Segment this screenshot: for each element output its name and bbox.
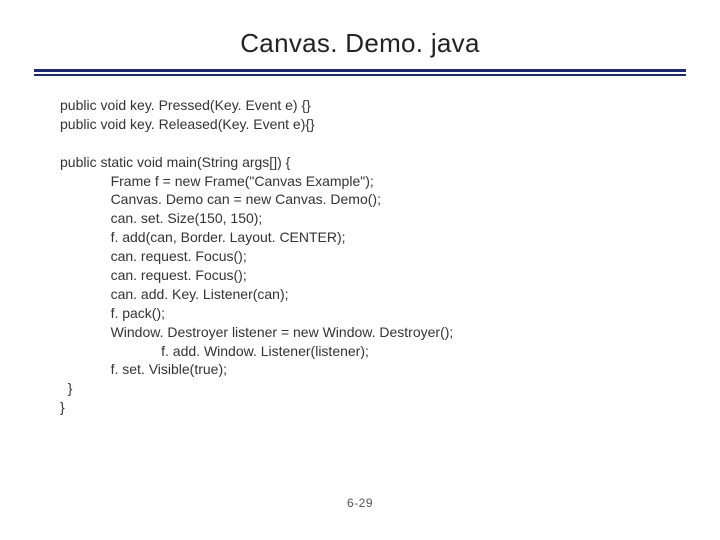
page-number: 6-29 — [0, 496, 720, 510]
slide: Canvas. Demo. java public void key. Pres… — [0, 0, 720, 540]
title-block: Canvas. Demo. java — [0, 0, 720, 59]
slide-title: Canvas. Demo. java — [0, 28, 720, 59]
title-rule — [34, 69, 686, 76]
code-body: public void key. Pressed(Key. Event e) {… — [0, 76, 720, 417]
